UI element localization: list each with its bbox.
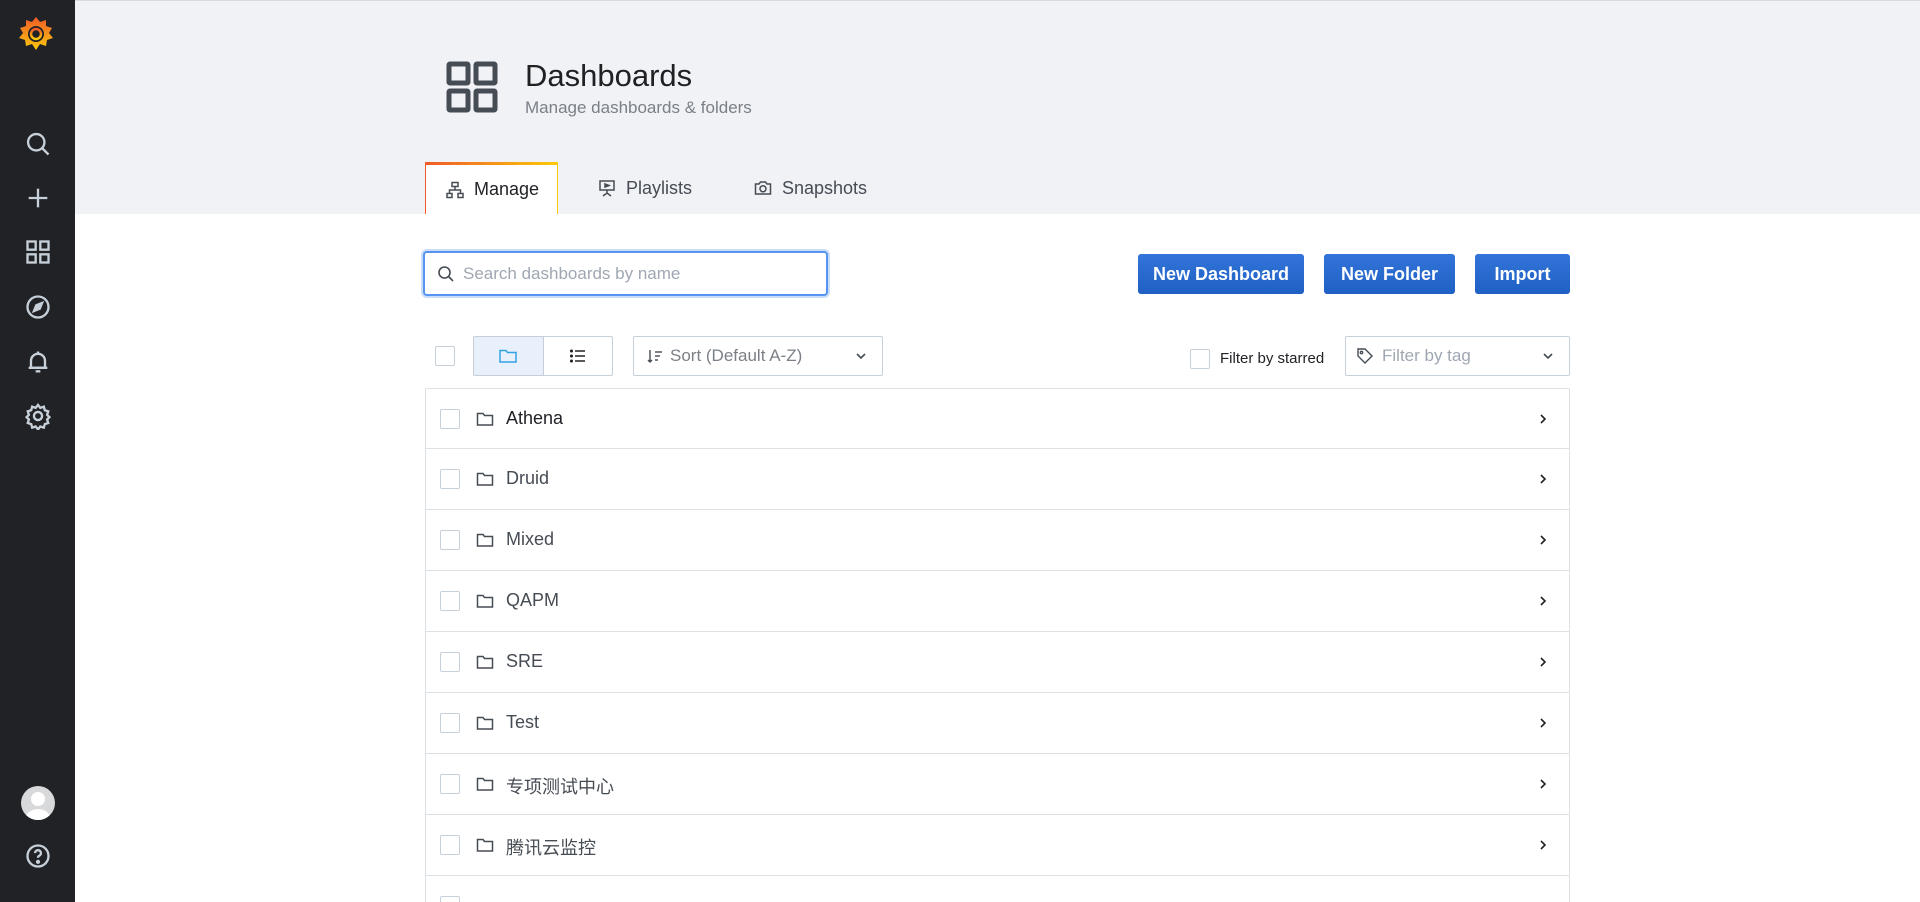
folder-icon (499, 349, 517, 363)
list-view-button[interactable] (544, 337, 613, 375)
folder-name: QAPM (506, 590, 560, 610)
folder-icon (476, 472, 494, 486)
row-checkbox[interactable] (440, 896, 460, 902)
help-icon[interactable] (22, 840, 54, 872)
page-title: Dashboards (525, 58, 693, 93)
import-button[interactable]: Import (1475, 254, 1570, 294)
folder-row[interactable]: Druid (425, 449, 1570, 510)
chevron-right-icon (1540, 779, 1547, 789)
sort-icon (647, 350, 662, 363)
sitemap-icon (446, 181, 464, 198)
new-folder-button[interactable]: New Folder (1324, 254, 1455, 294)
folder-row[interactable]: 专项测试中心 (425, 754, 1570, 815)
camera-icon (754, 181, 772, 195)
select-all-checkbox[interactable] (435, 346, 455, 366)
folder-icon (476, 412, 494, 426)
tag-filter-select[interactable]: Filter by tag (1345, 336, 1570, 376)
chevron-right-icon (1540, 535, 1547, 545)
folder-icon (476, 655, 494, 669)
folder-name: Test (506, 712, 540, 732)
chevron-right-icon (1540, 657, 1547, 667)
tab-label: Manage (474, 179, 540, 199)
search-icon (438, 265, 454, 282)
chevron-right-icon (1540, 414, 1547, 424)
tab-snapshots[interactable]: Snapshots (754, 162, 867, 214)
plus-icon[interactable] (22, 182, 54, 214)
filter-starred-label: Filter by starred (1220, 350, 1325, 367)
presentation-icon (599, 180, 615, 197)
folder-name: 专项测试中心 (506, 777, 614, 797)
folder-row[interactable]: Mixed (425, 510, 1570, 571)
explore-icon[interactable] (22, 291, 54, 323)
view-toggle (473, 336, 613, 376)
tab-active-mask (426, 212, 557, 216)
row-checkbox[interactable] (440, 530, 460, 550)
sort-label: Sort (Default A-Z) (670, 346, 803, 365)
list-icon (569, 349, 585, 363)
page-subtitle: Manage dashboards & folders (525, 98, 752, 117)
folder-row[interactable]: Athena (425, 388, 1570, 449)
folder-row[interactable]: SRE (425, 632, 1570, 693)
row-checkbox[interactable] (440, 652, 460, 672)
chevron-right-icon (1540, 718, 1547, 728)
chevron-right-icon (1540, 596, 1547, 606)
folder-name: 腾讯云监控 (506, 838, 596, 858)
row-checkbox[interactable] (440, 713, 460, 733)
row-checkbox[interactable] (440, 591, 460, 611)
folder-icon (476, 594, 494, 608)
folder-name: SRE (506, 651, 544, 671)
folder-icon (476, 533, 494, 547)
chevron-down-icon (856, 353, 866, 360)
new-dashboard-button[interactable]: New Dashboard (1138, 254, 1304, 294)
folder-name: Mixed (506, 529, 555, 549)
folder-view-button[interactable] (474, 337, 544, 375)
sort-select[interactable]: Sort (Default A-Z) (633, 336, 883, 376)
tab-manage[interactable]: Manage (425, 162, 558, 214)
folder-name: Druid (506, 468, 550, 488)
search-box[interactable] (423, 251, 828, 296)
grafana-logo[interactable] (16, 14, 56, 54)
folder-icon (476, 716, 494, 730)
tag-filter-placeholder: Filter by tag (1382, 346, 1471, 365)
row-checkbox[interactable] (440, 774, 460, 794)
chevron-right-icon (1540, 840, 1547, 850)
folder-row[interactable]: Test (425, 693, 1570, 754)
folder-icon (476, 777, 494, 791)
page-header (75, 0, 1920, 214)
search-input[interactable] (463, 263, 803, 284)
folder-row[interactable]: 腾讯云监控 (425, 815, 1570, 876)
tab-label: Playlists (626, 177, 693, 198)
folder-list: Athena Druid Mixed QAPM SRE Test 专项测试中心 (425, 388, 1570, 902)
dashboards-page-icon (445, 60, 501, 116)
folder-icon (476, 838, 494, 852)
tag-icon (1357, 348, 1373, 364)
search-icon[interactable] (22, 128, 54, 160)
tab-label: Snapshots (782, 177, 868, 198)
avatar[interactable] (21, 786, 55, 820)
gear-icon[interactable] (22, 400, 54, 432)
filter-starred-checkbox[interactable] (1190, 349, 1210, 369)
sidebar (0, 0, 75, 902)
folder-row-partial[interactable] (425, 876, 1570, 902)
row-checkbox[interactable] (440, 835, 460, 855)
bell-icon[interactable] (22, 346, 54, 378)
row-checkbox[interactable] (440, 409, 460, 429)
folder-name: Athena (506, 408, 564, 428)
dashboards-icon[interactable] (22, 236, 54, 268)
row-checkbox[interactable] (440, 469, 460, 489)
folder-row[interactable]: QAPM (425, 571, 1570, 632)
tab-playlists[interactable]: Playlists (598, 162, 692, 214)
chevron-right-icon (1540, 474, 1547, 484)
chevron-down-icon (1543, 353, 1553, 360)
